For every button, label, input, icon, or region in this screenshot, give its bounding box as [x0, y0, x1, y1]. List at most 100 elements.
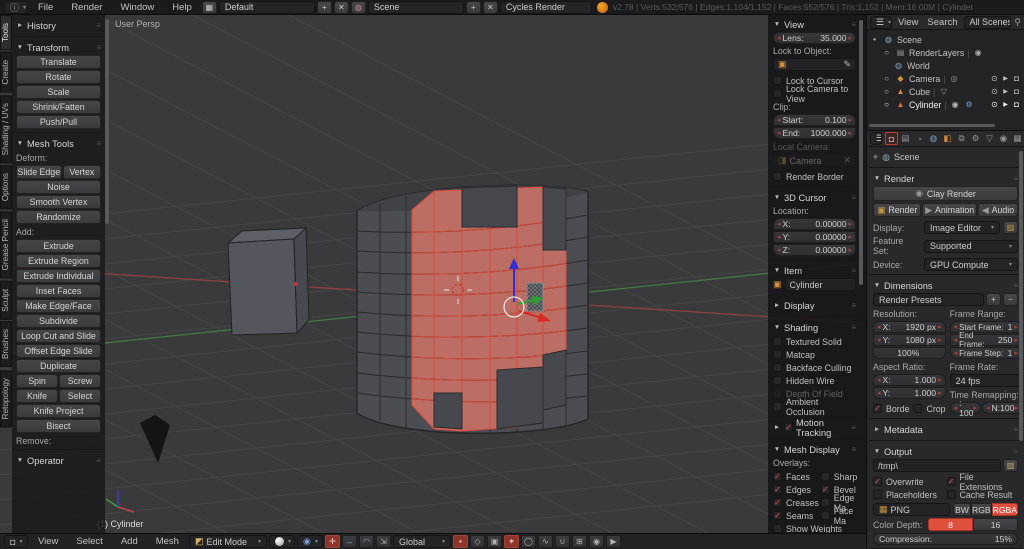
render-animation-button[interactable]: ▶ Animation: [922, 203, 978, 217]
lock-object-field[interactable]: ▣ ✎: [773, 58, 856, 71]
increment-arrow-icon[interactable]: ▸: [938, 323, 942, 331]
seams-checkbox[interactable]: Seams: [773, 509, 819, 522]
tab-constraints[interactable]: ⧉: [955, 132, 968, 145]
render-layer-icon[interactable]: ◉: [973, 48, 984, 57]
increment-arrow-icon[interactable]: ▸: [938, 389, 942, 397]
restrict-render-icon[interactable]: ◘: [1011, 100, 1022, 109]
spin-button[interactable]: Spin: [16, 374, 58, 388]
hide-eye-icon[interactable]: ⊙: [989, 100, 1000, 109]
restrict-select-icon[interactable]: ▶: [1000, 101, 1011, 108]
tab-modifiers[interactable]: ⚙: [969, 132, 982, 145]
menu-select[interactable]: Select: [68, 536, 110, 547]
history-panel-header[interactable]: ► History: [16, 18, 101, 33]
add-layout-button[interactable]: +: [316, 0, 332, 14]
face-marks-checkbox[interactable]: Face Ma: [820, 506, 857, 526]
operator-panel-header[interactable]: ▼ Operator: [16, 453, 101, 468]
face-select-mode-button[interactable]: ▣: [486, 535, 502, 548]
matcap-checkbox[interactable]: Matcap: [773, 348, 856, 361]
resolution-y-slider[interactable]: ◂ Y: 1080 px ▸: [873, 334, 946, 346]
delete-layout-button[interactable]: ✕: [333, 0, 349, 14]
extrude-menu-button[interactable]: Extrude: [16, 239, 101, 253]
mesh-tools-panel-header[interactable]: ▼ Mesh Tools: [16, 136, 101, 151]
remap-old-slider[interactable]: ◂ : 100 ▸: [949, 398, 981, 418]
menu-help[interactable]: Help: [164, 2, 200, 13]
display-selector[interactable]: Image Editor ▾: [924, 221, 1000, 234]
noise-button[interactable]: Noise: [16, 180, 101, 194]
translate-manipulator-icon[interactable]: ↔: [341, 535, 357, 548]
frame-rate-selector[interactable]: 24 fps: [949, 374, 1022, 387]
tab-shading-uvs[interactable]: Shading / UVs: [0, 94, 12, 164]
cursor-z-slider[interactable]: ◂ Z: 0.00000 ▸: [773, 244, 856, 256]
opengl-render-animation-button[interactable]: ▶: [605, 535, 621, 548]
tab-retopology[interactable]: Retopology: [0, 369, 12, 427]
creases-checkbox[interactable]: Creases: [773, 496, 819, 509]
tab-object-data[interactable]: ▽: [983, 132, 996, 145]
proportional-falloff-icon[interactable]: ∿: [537, 535, 553, 548]
render-panel-header[interactable]: ▼ Render: [873, 171, 1018, 186]
rgba-toggle[interactable]: RGBA: [991, 503, 1018, 516]
clip-end-slider[interactable]: ◂ End: 1000.000 ▸: [773, 127, 856, 139]
pivot-point-selector[interactable]: ◉ ▾: [296, 535, 323, 548]
render-still-button[interactable]: ▣ Render: [873, 203, 922, 217]
restrict-select-icon[interactable]: ▶: [1000, 88, 1011, 95]
increment-arrow-icon[interactable]: ▸: [1014, 404, 1018, 412]
clay-render-button[interactable]: ◉ Clay Render: [873, 186, 1018, 201]
clip-start-slider[interactable]: ◂ Start: 0.100 ▸: [773, 114, 856, 126]
item-panel-header[interactable]: ▼ Item: [773, 263, 856, 278]
render-engine-selector[interactable]: Cycles Render: [499, 0, 592, 14]
lock-interface-icon[interactable]: ▨: [1003, 221, 1018, 234]
metadata-panel-header[interactable]: ► Metadata: [873, 422, 1018, 437]
editor-type-button[interactable]: ☰: [870, 132, 882, 145]
increment-arrow-icon[interactable]: ▸: [848, 129, 852, 137]
extrude-individual-button[interactable]: Extrude Individual: [16, 269, 101, 283]
knife-project-button[interactable]: Knife Project: [16, 404, 101, 418]
cursor-x-slider[interactable]: ◂ X: 0.00000 ▸: [773, 218, 856, 230]
screen-layout-selector[interactable]: Default: [218, 0, 315, 14]
add-scene-button[interactable]: +: [465, 0, 481, 14]
depth-16-toggle[interactable]: 16: [973, 518, 1018, 531]
edge-select-mode-button[interactable]: ◇: [469, 535, 485, 548]
crop-checkbox[interactable]: Crop: [913, 402, 946, 415]
border-checkbox[interactable]: Borde: [873, 402, 909, 415]
faces-checkbox[interactable]: Faces: [773, 470, 819, 483]
tab-brushes[interactable]: Brushes: [0, 321, 12, 368]
outliner-row-cube[interactable]: ○ ▲ Cube | ▽ ⊙ ▶ ◘: [869, 85, 1022, 98]
remap-new-slider[interactable]: ◂ N:100 ▸: [981, 402, 1022, 414]
render-audio-button[interactable]: ◀ Audio: [978, 203, 1018, 217]
make-edge-face-button[interactable]: Make Edge/Face: [16, 299, 101, 313]
increment-arrow-icon[interactable]: ▸: [938, 336, 942, 344]
outliner-row-cylinder[interactable]: ○ ▲ Cylinder | ◉ ⚙ ⊙ ▶ ◘: [869, 98, 1022, 111]
bw-toggle[interactable]: BW: [953, 503, 972, 516]
proportional-edit-button[interactable]: ◯: [520, 535, 536, 548]
restrict-render-icon[interactable]: ◘: [1011, 87, 1022, 96]
tab-scene[interactable]: ◔: [913, 132, 926, 145]
filter-icon[interactable]: ⚲: [1014, 17, 1021, 28]
increment-arrow-icon[interactable]: ▸: [848, 233, 852, 241]
tab-world[interactable]: ◍: [927, 132, 940, 145]
output-panel-header[interactable]: ▼ Output: [873, 444, 1018, 459]
hide-eye-icon[interactable]: ⊙: [989, 74, 1000, 83]
offset-edge-slide-button[interactable]: Offset Edge Slide: [16, 344, 101, 358]
resolution-x-slider[interactable]: ◂ X: 1920 px ▸: [873, 321, 946, 333]
placeholders-checkbox[interactable]: Placeholders: [873, 488, 945, 501]
tab-render[interactable]: ◘: [885, 132, 898, 145]
editor-type-button[interactable]: ◘ ▾: [4, 535, 28, 548]
compression-slider[interactable]: Compression: 15%: [873, 533, 1018, 545]
ambient-occlusion-checkbox[interactable]: Ambient Occlusion: [773, 397, 856, 417]
render-presets-selector[interactable]: Render Presets: [873, 293, 984, 306]
menu-render[interactable]: Render: [63, 2, 110, 13]
scene-selector[interactable]: Scene: [367, 0, 464, 14]
outliner-search-menu[interactable]: Search: [924, 17, 960, 28]
viewport-3d[interactable]: [0, 15, 866, 533]
snap-magnet-button[interactable]: ∪: [554, 535, 570, 548]
properties-scrollbar[interactable]: [1019, 151, 1023, 441]
add-preset-button[interactable]: +: [986, 293, 1001, 306]
push-pull-button[interactable]: Push/Pull: [16, 115, 101, 129]
hide-eye-icon[interactable]: ⊙: [989, 87, 1000, 96]
rotate-manipulator-icon[interactable]: ◠: [358, 535, 374, 548]
restrict-render-icon[interactable]: ◘: [1011, 74, 1022, 83]
shading-panel-header[interactable]: ▼ Shading: [773, 320, 856, 335]
tab-tools[interactable]: Tools: [0, 15, 12, 51]
mesh-display-panel-header[interactable]: ▼ Mesh Display: [773, 442, 856, 457]
rotate-button[interactable]: Rotate: [16, 70, 101, 84]
